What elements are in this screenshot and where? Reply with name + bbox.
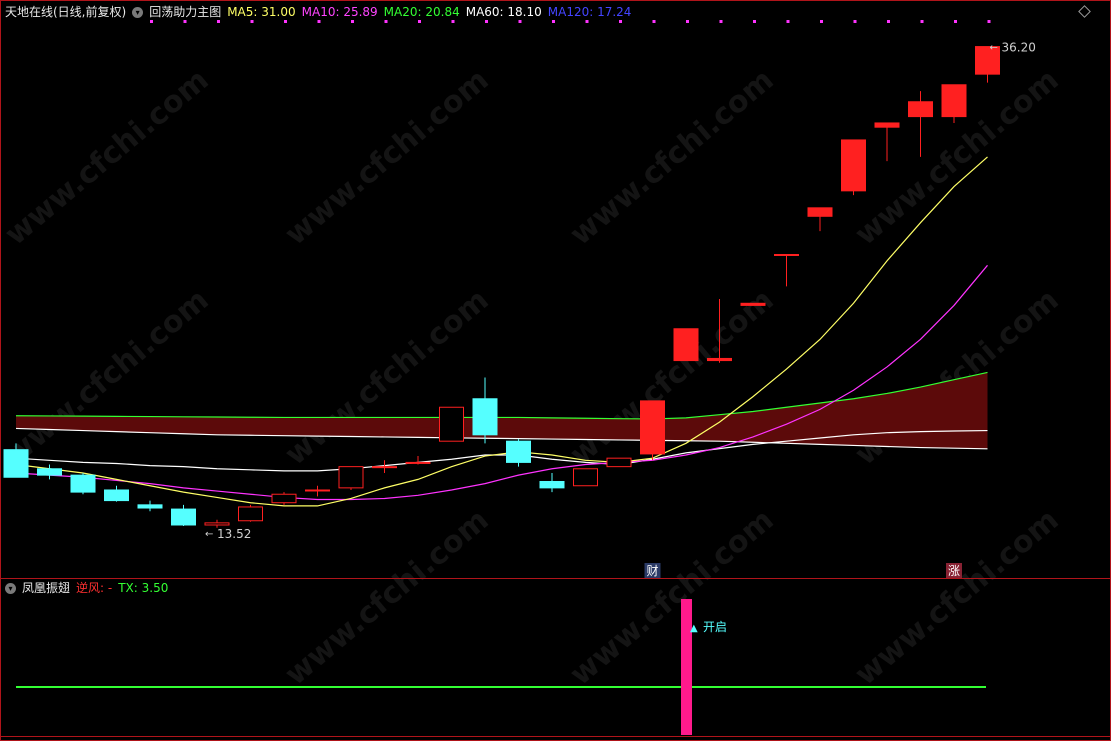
candle-body <box>640 400 665 455</box>
sub-indicator-name[interactable]: 凤凰振翅 <box>22 579 70 597</box>
candle-body <box>338 466 364 489</box>
top-dot-marker <box>719 20 723 23</box>
top-dot-marker <box>920 20 924 23</box>
ma60-label: MA60: 18.10 <box>465 5 542 19</box>
candle-body <box>941 84 967 118</box>
candle-body <box>606 457 632 468</box>
tx-label: TX: 3.50 <box>118 581 169 595</box>
main-panel-header: 天地在线(日线,前复权) ▾ 回荡助力主图 MA5: 31.00 MA10: 2… <box>5 3 631 21</box>
candle-body <box>3 449 29 478</box>
top-dot-marker <box>954 20 957 23</box>
ni-feng-label: 逆风: - <box>76 581 113 595</box>
candle-body <box>204 522 230 526</box>
kline-chart[interactable]: ← 36.20 ← 13.52 财 涨 ▲ 开启 <box>0 0 1111 741</box>
candle-body <box>271 493 297 504</box>
candle-body <box>506 440 531 463</box>
top-dot-marker <box>786 20 790 23</box>
ma-band-fill <box>16 372 988 449</box>
top-dot-marker <box>987 20 991 23</box>
top-dot-marker <box>652 20 656 23</box>
candle-body <box>539 481 565 489</box>
signal-label: 开启 <box>703 620 727 634</box>
candle-body <box>740 302 766 306</box>
ma5-line <box>15 156 988 507</box>
candle-body <box>707 357 732 362</box>
candle-body <box>70 474 96 493</box>
top-dot-marker <box>820 20 823 23</box>
ma20-label: MA20: 20.84 <box>383 5 460 19</box>
stock-title: 天地在线(日线,前复权) <box>5 5 127 19</box>
signal-arrow: ▲ <box>690 623 698 634</box>
candle-body <box>673 328 699 362</box>
zhang-marker: 涨 <box>948 563 960 578</box>
candle-body <box>807 207 833 217</box>
high-price-label: 36.20 <box>1002 41 1036 55</box>
indicator-name[interactable]: 回荡助力主图 <box>149 3 221 21</box>
candle-body <box>238 506 263 522</box>
ma10-line <box>15 264 988 501</box>
candle-body <box>171 508 196 526</box>
sub-panel-header: ▾ 凤凰振翅 逆风: - TX: 3.50 <box>5 579 168 597</box>
top-dot-marker <box>887 20 890 23</box>
candle-body <box>305 489 330 492</box>
candle-body <box>908 101 933 118</box>
candle-body <box>573 468 598 487</box>
ma10-label: MA10: 25.89 <box>301 5 378 19</box>
low-arrow: ← <box>205 529 213 540</box>
candle-body <box>472 398 498 436</box>
candle-body <box>37 468 62 476</box>
candle-body <box>774 253 799 256</box>
top-dot-marker <box>853 20 857 23</box>
candle-body <box>104 489 129 502</box>
candle-body <box>874 122 900 128</box>
sub-indicator-menu-icon[interactable]: ▾ <box>5 582 16 594</box>
top-dot-marker <box>686 20 689 23</box>
signal-bar <box>681 599 692 735</box>
candle-body <box>439 406 464 442</box>
candle-body <box>137 504 163 509</box>
low-price-label: 13.52 <box>217 527 251 541</box>
top-dot-marker <box>753 20 756 23</box>
candle-body <box>405 461 431 464</box>
cai-marker: 财 <box>647 564 659 578</box>
indicator-menu-icon[interactable]: ▾ <box>132 6 144 18</box>
ma120-label: MA120: 17.24 <box>547 5 632 19</box>
high-arrow: ← <box>990 43 998 54</box>
candle-body <box>841 139 866 192</box>
ma5-label: MA5: 31.00 <box>227 5 296 19</box>
candle-body <box>372 466 397 469</box>
